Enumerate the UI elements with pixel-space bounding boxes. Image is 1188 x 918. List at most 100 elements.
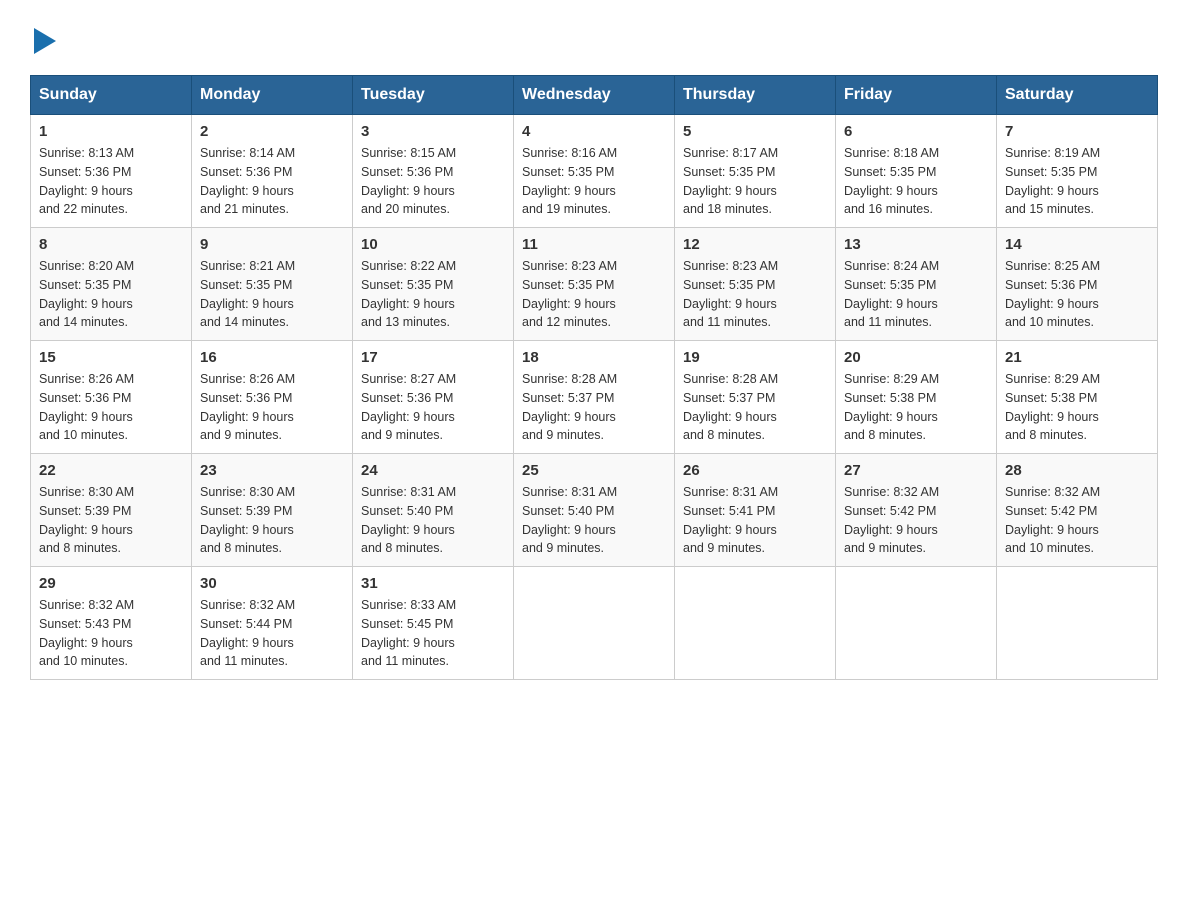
day-number: 29 [39, 575, 183, 592]
day-number: 25 [522, 462, 666, 479]
day-number: 8 [39, 236, 183, 253]
day-cell: 2 Sunrise: 8:14 AM Sunset: 5:36 PM Dayli… [192, 115, 353, 228]
day-number: 27 [844, 462, 988, 479]
day-cell: 5 Sunrise: 8:17 AM Sunset: 5:35 PM Dayli… [675, 115, 836, 228]
day-info: Sunrise: 8:31 AM Sunset: 5:41 PM Dayligh… [683, 483, 827, 558]
day-number: 16 [200, 349, 344, 366]
day-info: Sunrise: 8:14 AM Sunset: 5:36 PM Dayligh… [200, 144, 344, 219]
day-cell: 30 Sunrise: 8:32 AM Sunset: 5:44 PM Dayl… [192, 567, 353, 680]
day-info: Sunrise: 8:32 AM Sunset: 5:44 PM Dayligh… [200, 596, 344, 671]
day-cell: 9 Sunrise: 8:21 AM Sunset: 5:35 PM Dayli… [192, 228, 353, 341]
week-row-4: 22 Sunrise: 8:30 AM Sunset: 5:39 PM Dayl… [31, 454, 1158, 567]
calendar-table: SundayMondayTuesdayWednesdayThursdayFrid… [30, 75, 1158, 680]
day-number: 28 [1005, 462, 1149, 479]
day-number: 14 [1005, 236, 1149, 253]
day-number: 6 [844, 123, 988, 140]
header-wednesday: Wednesday [514, 76, 675, 115]
day-number: 3 [361, 123, 505, 140]
day-info: Sunrise: 8:32 AM Sunset: 5:43 PM Dayligh… [39, 596, 183, 671]
day-info: Sunrise: 8:27 AM Sunset: 5:36 PM Dayligh… [361, 370, 505, 445]
day-number: 19 [683, 349, 827, 366]
day-cell: 20 Sunrise: 8:29 AM Sunset: 5:38 PM Dayl… [836, 341, 997, 454]
day-cell: 14 Sunrise: 8:25 AM Sunset: 5:36 PM Dayl… [997, 228, 1158, 341]
day-number: 2 [200, 123, 344, 140]
day-cell: 22 Sunrise: 8:30 AM Sunset: 5:39 PM Dayl… [31, 454, 192, 567]
day-cell [997, 567, 1158, 680]
day-info: Sunrise: 8:28 AM Sunset: 5:37 PM Dayligh… [683, 370, 827, 445]
day-cell: 31 Sunrise: 8:33 AM Sunset: 5:45 PM Dayl… [353, 567, 514, 680]
day-info: Sunrise: 8:17 AM Sunset: 5:35 PM Dayligh… [683, 144, 827, 219]
day-info: Sunrise: 8:29 AM Sunset: 5:38 PM Dayligh… [1005, 370, 1149, 445]
day-cell: 28 Sunrise: 8:32 AM Sunset: 5:42 PM Dayl… [997, 454, 1158, 567]
logo [30, 20, 56, 55]
day-info: Sunrise: 8:32 AM Sunset: 5:42 PM Dayligh… [844, 483, 988, 558]
day-cell: 19 Sunrise: 8:28 AM Sunset: 5:37 PM Dayl… [675, 341, 836, 454]
day-info: Sunrise: 8:28 AM Sunset: 5:37 PM Dayligh… [522, 370, 666, 445]
day-info: Sunrise: 8:18 AM Sunset: 5:35 PM Dayligh… [844, 144, 988, 219]
day-cell: 23 Sunrise: 8:30 AM Sunset: 5:39 PM Dayl… [192, 454, 353, 567]
day-cell: 24 Sunrise: 8:31 AM Sunset: 5:40 PM Dayl… [353, 454, 514, 567]
day-number: 22 [39, 462, 183, 479]
day-cell: 8 Sunrise: 8:20 AM Sunset: 5:35 PM Dayli… [31, 228, 192, 341]
day-cell: 13 Sunrise: 8:24 AM Sunset: 5:35 PM Dayl… [836, 228, 997, 341]
day-info: Sunrise: 8:31 AM Sunset: 5:40 PM Dayligh… [522, 483, 666, 558]
day-cell: 12 Sunrise: 8:23 AM Sunset: 5:35 PM Dayl… [675, 228, 836, 341]
day-info: Sunrise: 8:32 AM Sunset: 5:42 PM Dayligh… [1005, 483, 1149, 558]
day-cell: 27 Sunrise: 8:32 AM Sunset: 5:42 PM Dayl… [836, 454, 997, 567]
day-number: 24 [361, 462, 505, 479]
day-info: Sunrise: 8:22 AM Sunset: 5:35 PM Dayligh… [361, 257, 505, 332]
day-number: 30 [200, 575, 344, 592]
day-number: 11 [522, 236, 666, 253]
day-cell [836, 567, 997, 680]
day-cell: 7 Sunrise: 8:19 AM Sunset: 5:35 PM Dayli… [997, 115, 1158, 228]
day-number: 13 [844, 236, 988, 253]
day-info: Sunrise: 8:23 AM Sunset: 5:35 PM Dayligh… [683, 257, 827, 332]
day-cell: 17 Sunrise: 8:27 AM Sunset: 5:36 PM Dayl… [353, 341, 514, 454]
day-number: 17 [361, 349, 505, 366]
day-cell: 10 Sunrise: 8:22 AM Sunset: 5:35 PM Dayl… [353, 228, 514, 341]
day-number: 4 [522, 123, 666, 140]
day-info: Sunrise: 8:31 AM Sunset: 5:40 PM Dayligh… [361, 483, 505, 558]
day-cell: 11 Sunrise: 8:23 AM Sunset: 5:35 PM Dayl… [514, 228, 675, 341]
day-number: 7 [1005, 123, 1149, 140]
day-cell [514, 567, 675, 680]
day-info: Sunrise: 8:23 AM Sunset: 5:35 PM Dayligh… [522, 257, 666, 332]
day-info: Sunrise: 8:16 AM Sunset: 5:35 PM Dayligh… [522, 144, 666, 219]
week-row-1: 1 Sunrise: 8:13 AM Sunset: 5:36 PM Dayli… [31, 115, 1158, 228]
day-number: 20 [844, 349, 988, 366]
header-tuesday: Tuesday [353, 76, 514, 115]
day-info: Sunrise: 8:21 AM Sunset: 5:35 PM Dayligh… [200, 257, 344, 332]
day-cell: 1 Sunrise: 8:13 AM Sunset: 5:36 PM Dayli… [31, 115, 192, 228]
logo-arrow-icon [34, 20, 56, 57]
calendar-header-row: SundayMondayTuesdayWednesdayThursdayFrid… [31, 76, 1158, 115]
day-number: 1 [39, 123, 183, 140]
day-info: Sunrise: 8:20 AM Sunset: 5:35 PM Dayligh… [39, 257, 183, 332]
header-friday: Friday [836, 76, 997, 115]
day-info: Sunrise: 8:26 AM Sunset: 5:36 PM Dayligh… [39, 370, 183, 445]
day-cell: 29 Sunrise: 8:32 AM Sunset: 5:43 PM Dayl… [31, 567, 192, 680]
day-number: 21 [1005, 349, 1149, 366]
week-row-3: 15 Sunrise: 8:26 AM Sunset: 5:36 PM Dayl… [31, 341, 1158, 454]
day-cell: 4 Sunrise: 8:16 AM Sunset: 5:35 PM Dayli… [514, 115, 675, 228]
day-number: 26 [683, 462, 827, 479]
day-info: Sunrise: 8:15 AM Sunset: 5:36 PM Dayligh… [361, 144, 505, 219]
day-cell: 25 Sunrise: 8:31 AM Sunset: 5:40 PM Dayl… [514, 454, 675, 567]
day-number: 9 [200, 236, 344, 253]
day-info: Sunrise: 8:26 AM Sunset: 5:36 PM Dayligh… [200, 370, 344, 445]
header-sunday: Sunday [31, 76, 192, 115]
day-cell: 26 Sunrise: 8:31 AM Sunset: 5:41 PM Dayl… [675, 454, 836, 567]
day-number: 23 [200, 462, 344, 479]
day-cell: 15 Sunrise: 8:26 AM Sunset: 5:36 PM Dayl… [31, 341, 192, 454]
day-cell: 16 Sunrise: 8:26 AM Sunset: 5:36 PM Dayl… [192, 341, 353, 454]
day-number: 12 [683, 236, 827, 253]
day-info: Sunrise: 8:13 AM Sunset: 5:36 PM Dayligh… [39, 144, 183, 219]
day-number: 5 [683, 123, 827, 140]
day-number: 10 [361, 236, 505, 253]
week-row-5: 29 Sunrise: 8:32 AM Sunset: 5:43 PM Dayl… [31, 567, 1158, 680]
header-monday: Monday [192, 76, 353, 115]
day-cell: 18 Sunrise: 8:28 AM Sunset: 5:37 PM Dayl… [514, 341, 675, 454]
header-saturday: Saturday [997, 76, 1158, 115]
day-info: Sunrise: 8:30 AM Sunset: 5:39 PM Dayligh… [39, 483, 183, 558]
day-cell [675, 567, 836, 680]
header-thursday: Thursday [675, 76, 836, 115]
